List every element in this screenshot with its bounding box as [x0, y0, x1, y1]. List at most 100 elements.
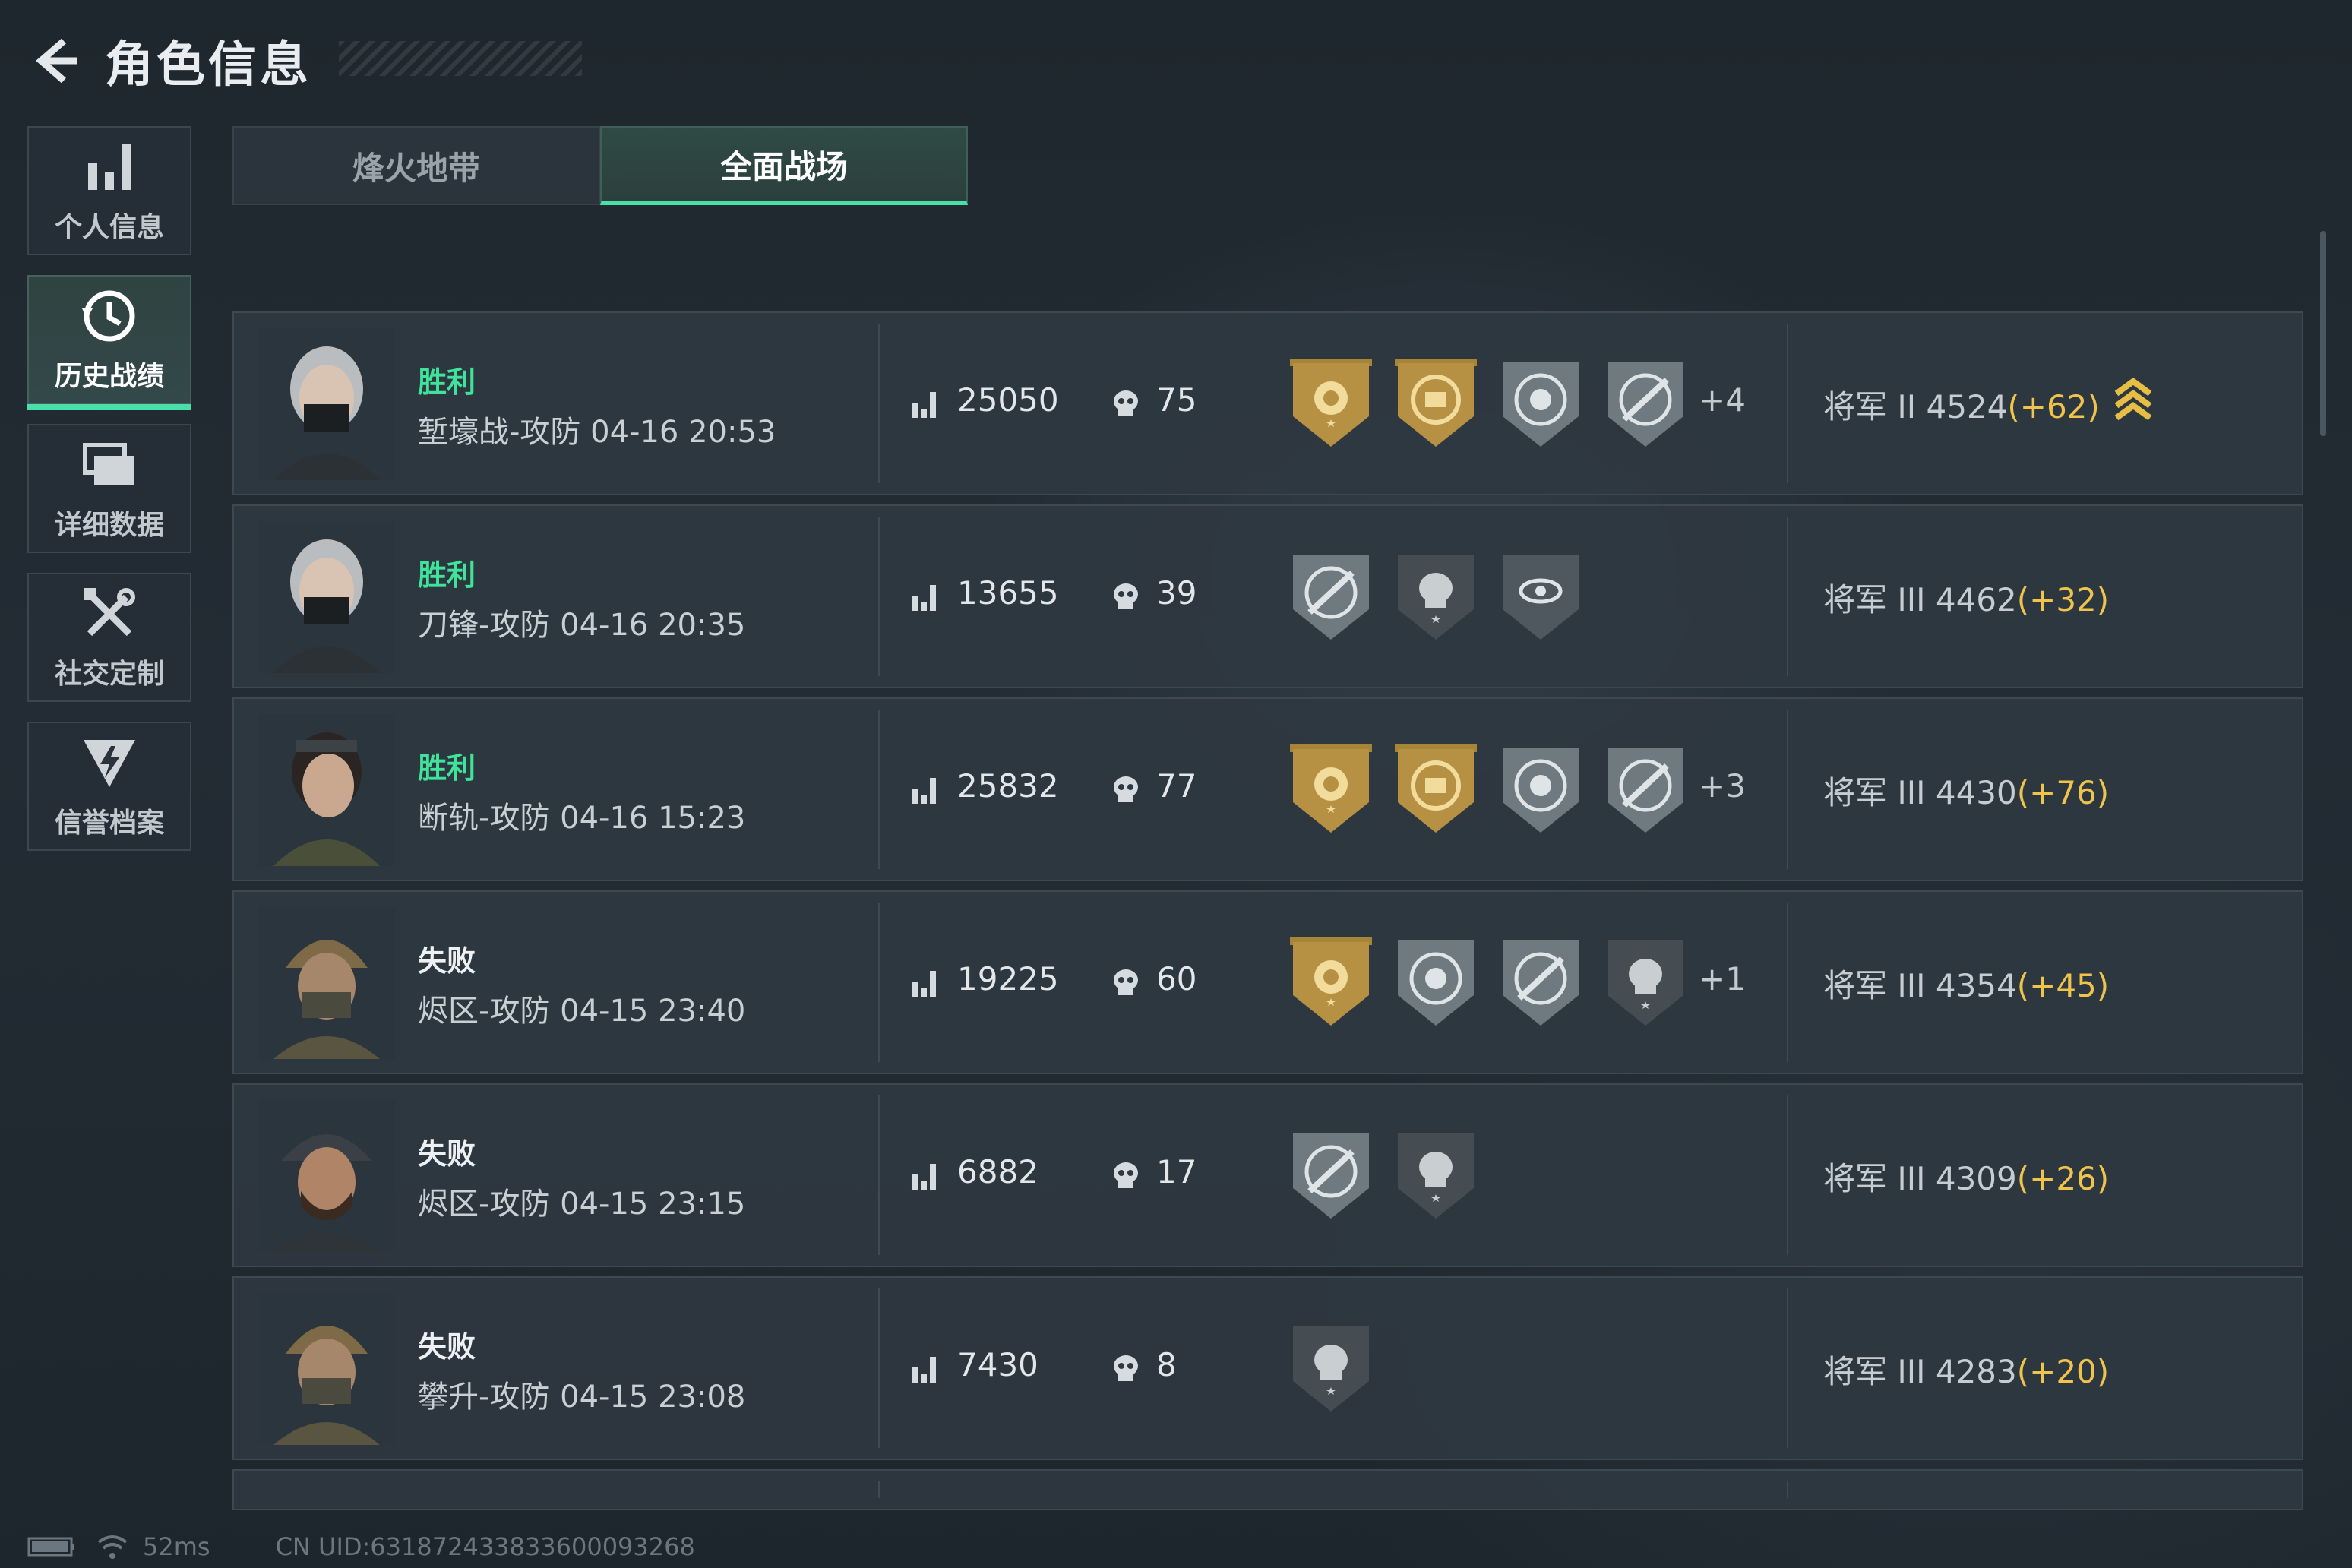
sidebar: 个人信息 历史战绩 详细数据 社交定制 信誉档案 [27, 126, 194, 871]
rank-delta: (+20) [2016, 1353, 2110, 1390]
score-bar-icon [912, 778, 936, 804]
extra-medal-count[interactable]: +4 [1699, 381, 1746, 419]
sidebar-item-details[interactable]: 详细数据 [27, 424, 191, 553]
operator-avatar [258, 907, 395, 1059]
skull-icon [1114, 776, 1138, 802]
medal-list [1287, 1127, 1497, 1222]
rank-value: 将军 II 4524 [1823, 388, 2008, 425]
rank-info: 将军 III 4283(+20) [1823, 1346, 2109, 1393]
title-decoration [339, 41, 582, 76]
skull-icon [1114, 1355, 1138, 1381]
skull-icon [1114, 969, 1138, 995]
divider [1787, 324, 1788, 483]
operator-avatar [258, 521, 395, 673]
score-bar-icon [912, 1357, 936, 1383]
medal-list [1287, 356, 1706, 450]
match-map-time: 刀锋-攻防 04-16 20:35 [418, 608, 746, 643]
silver-target-badge-icon[interactable] [1497, 356, 1585, 450]
divider [878, 903, 880, 1062]
match-kills: 39 [1156, 574, 1197, 612]
sidebar-item-history[interactable]: 历史战绩 [27, 275, 191, 410]
sidebar-item-label: 社交定制 [54, 659, 164, 690]
match-row[interactable]: 失败 烬区-攻防 04-15 23:40 19225 60 +1 将军 III … [232, 890, 2303, 1074]
match-map-time: 烬区-攻防 04-15 23:40 [418, 994, 746, 1029]
rank-value: 将军 III 4462 [1823, 581, 2017, 618]
divider [1787, 903, 1788, 1062]
divider [878, 1481, 880, 1498]
divider [878, 517, 880, 676]
silver-rifle-badge-icon[interactable] [1497, 934, 1585, 1029]
credit-shield-icon [84, 740, 135, 787]
medal-list [1287, 1320, 1392, 1415]
sidebar-item-social[interactable]: 社交定制 [27, 573, 191, 702]
dark-skull-badge-icon[interactable] [1287, 1320, 1375, 1415]
divider [878, 710, 880, 869]
tools-icon [84, 588, 135, 637]
match-row[interactable]: 失败 攀升-攻防 04-15 23:08 7430 8 将军 III 4283(… [232, 1276, 2303, 1460]
silver-target-badge-icon[interactable] [1392, 934, 1480, 1029]
silver-rifle-badge-icon[interactable] [1601, 356, 1690, 450]
silver-rifle-badge-icon[interactable] [1287, 1127, 1375, 1222]
dark-skull-badge-icon[interactable] [1392, 548, 1480, 643]
operator-avatar [258, 1293, 395, 1445]
match-row[interactable]: 胜利 断轨-攻防 04-16 15:23 25832 77 +3 将军 III … [232, 697, 2303, 881]
back-arrow-icon[interactable] [27, 33, 82, 88]
score-bar-icon [912, 971, 936, 997]
list-scrollbar[interactable] [2320, 231, 2326, 436]
divider [878, 324, 880, 483]
match-kills: 8 [1156, 1346, 1177, 1383]
tab-all-out-warfare[interactable]: 全面战场 [600, 126, 968, 205]
extra-medal-count[interactable]: +1 [1699, 960, 1746, 997]
medal-list [1287, 934, 1706, 1029]
rank-info: 将军 III 4309(+26) [1823, 1153, 2109, 1200]
rank-delta: (+62) [2007, 388, 2100, 425]
rank-value: 将军 III 4430 [1823, 774, 2017, 811]
status-bar: 52ms CN UID:631872433833600093268 [27, 1532, 695, 1562]
skull-icon [1114, 390, 1138, 416]
silver-target-badge-icon[interactable] [1497, 741, 1585, 836]
divider [1787, 1481, 1788, 1498]
gold-rose-badge-icon[interactable] [1287, 741, 1375, 836]
sidebar-item-label: 历史战绩 [54, 361, 164, 392]
medal-list [1287, 548, 1601, 643]
match-kills: 17 [1156, 1153, 1197, 1190]
silver-rifle-badge-icon[interactable] [1287, 548, 1375, 643]
gold-rose-badge-icon[interactable] [1287, 934, 1375, 1029]
silver-rifle-badge-icon[interactable] [1601, 741, 1690, 836]
extra-medal-count[interactable]: +3 [1699, 767, 1746, 805]
rank-value: 将军 III 4283 [1823, 1353, 2017, 1390]
skull-icon [1114, 583, 1138, 609]
match-row[interactable] [232, 1469, 2303, 1510]
dark-skull-badge-icon[interactable] [1392, 1127, 1480, 1222]
match-score: 19225 [957, 960, 1059, 997]
match-result: 胜利 [418, 365, 476, 399]
sidebar-item-label: 详细数据 [54, 510, 164, 541]
gold-emblem-badge-icon[interactable] [1392, 356, 1480, 450]
tab-hazard-zone[interactable]: 烽火地带 [232, 126, 600, 205]
dark-skull-badge-icon[interactable] [1601, 934, 1690, 1029]
gold-emblem-badge-icon[interactable] [1392, 741, 1480, 836]
match-result: 失败 [418, 1330, 476, 1364]
gold-rose-badge-icon[interactable] [1287, 356, 1375, 450]
match-row[interactable]: 失败 烬区-攻防 04-15 23:15 6882 17 将军 III 4309… [232, 1083, 2303, 1267]
match-map-time: 堑壕战-攻防 04-16 20:53 [418, 415, 776, 450]
sidebar-item-label: 信誉档案 [54, 808, 164, 839]
operator-avatar [258, 714, 395, 866]
rank-info: 将军 II 4524(+62) [1823, 381, 2100, 428]
match-score: 25050 [957, 381, 1059, 419]
rank-up-chevron-icon [2114, 378, 2152, 421]
user-uid: CN UID:631872433833600093268 [275, 1532, 695, 1561]
silver-eye-badge-icon[interactable] [1497, 548, 1585, 643]
match-result: 胜利 [418, 558, 476, 592]
ping-value: 52ms [143, 1532, 210, 1561]
match-history-list: 胜利 堑壕战-攻防 04-16 20:53 25050 75 +4 将军 II … [232, 311, 2303, 1519]
match-row[interactable]: 胜利 刀锋-攻防 04-16 20:35 13655 39 将军 III 446… [232, 504, 2303, 688]
rank-delta: (+26) [2016, 1160, 2110, 1197]
rank-delta: (+76) [2016, 774, 2110, 811]
sidebar-item-credit[interactable]: 信誉档案 [27, 722, 191, 851]
match-row[interactable]: 胜利 堑壕战-攻防 04-16 20:53 25050 75 +4 将军 II … [232, 311, 2303, 495]
operator-avatar [258, 1100, 395, 1252]
sidebar-item-personal-info[interactable]: 个人信息 [27, 126, 191, 255]
score-bar-icon [912, 392, 936, 418]
match-result: 失败 [418, 944, 476, 978]
